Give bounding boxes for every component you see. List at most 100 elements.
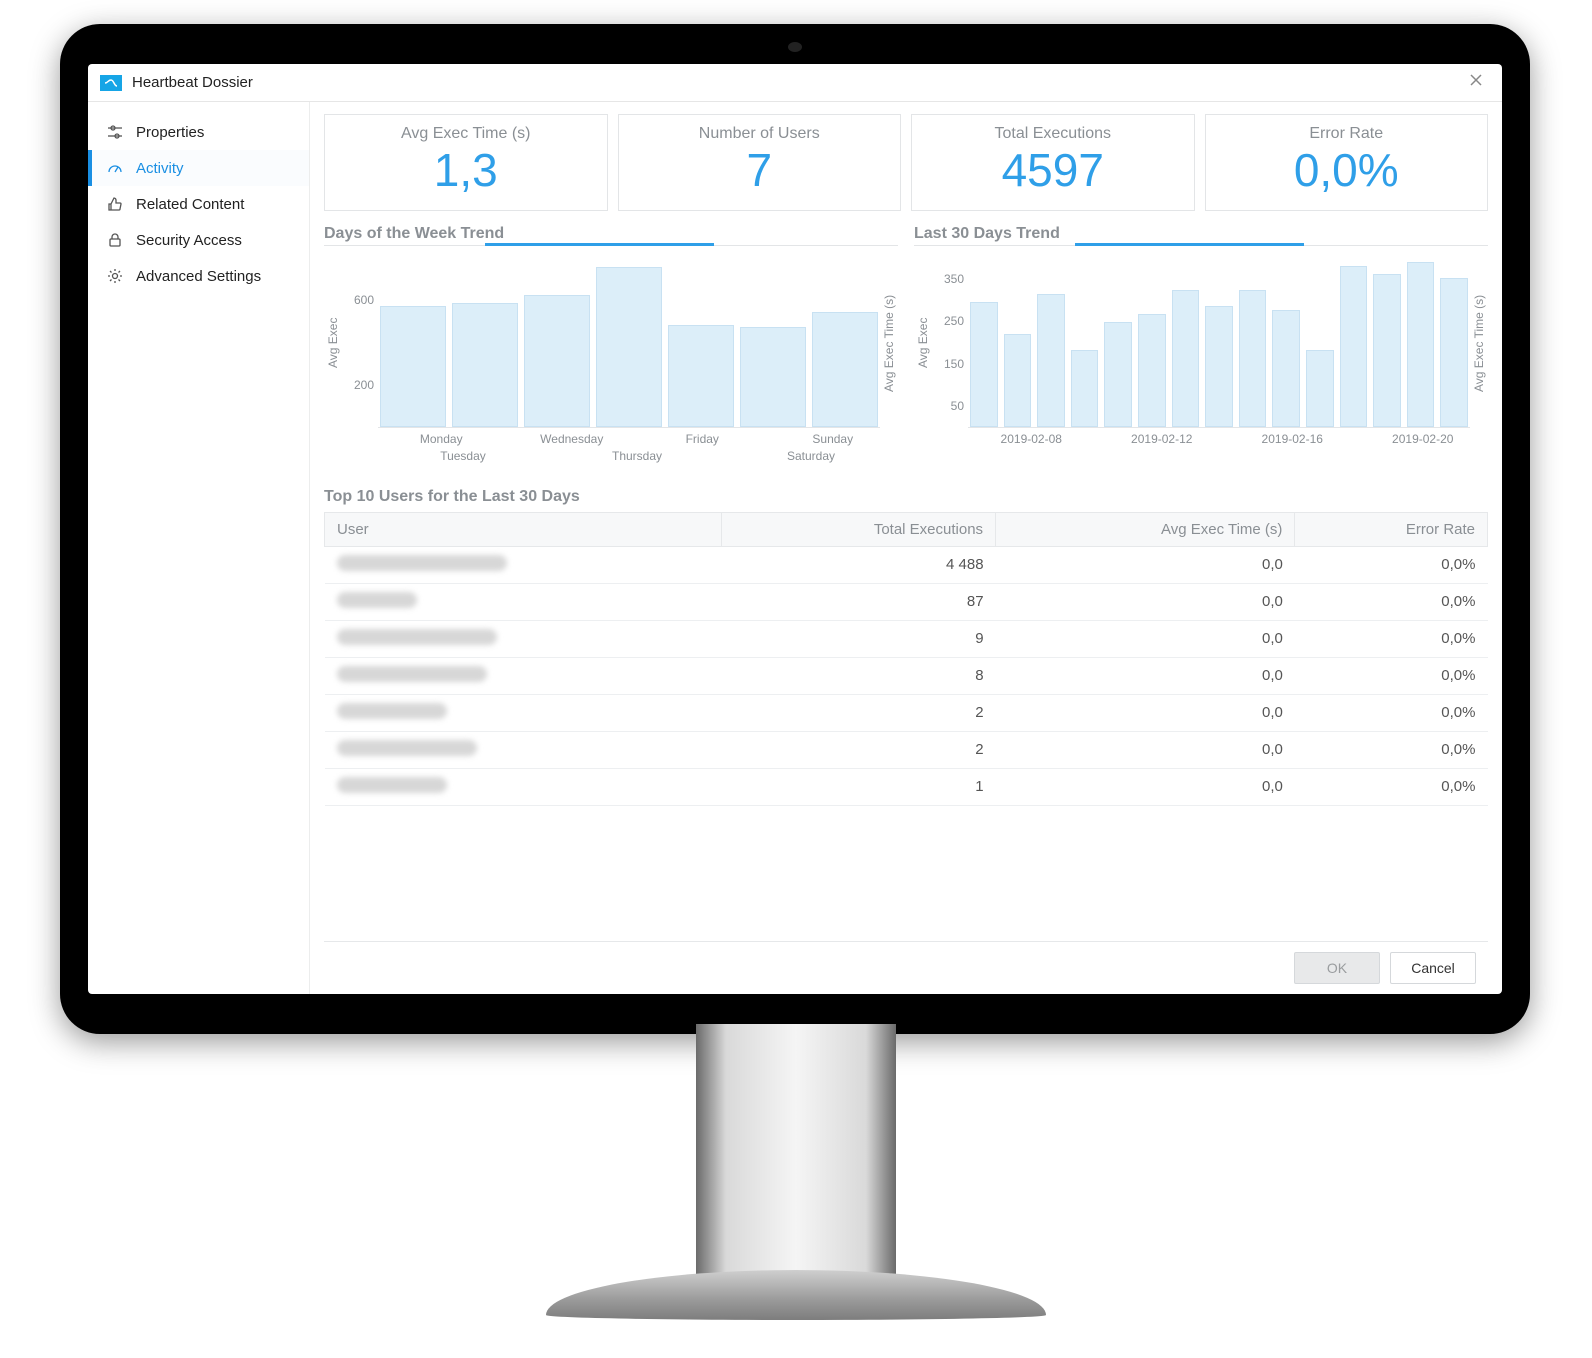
x-tick: Tuesday: [376, 449, 550, 466]
cell-error-rate: 0,0%: [1295, 694, 1488, 731]
table-row[interactable]: 20,00,0%: [325, 694, 1488, 731]
metric-label: Avg Exec Time (s): [329, 125, 603, 143]
window-title: Heartbeat Dossier: [132, 74, 253, 91]
chart-bar: [596, 267, 662, 427]
x-tick: Monday: [376, 432, 507, 449]
sidebar-item-properties[interactable]: Properties: [88, 114, 309, 150]
chart-bar: [1239, 290, 1267, 427]
cell-avg-exec: 0,0: [996, 731, 1295, 768]
table-row[interactable]: 80,00,0%: [325, 657, 1488, 694]
monitor-frame: Heartbeat Dossier Properties Activi: [60, 24, 1530, 1034]
metric-card-total-executions: Total Executions 4597: [911, 114, 1195, 211]
cell-user: [325, 694, 722, 731]
table-title: Top 10 Users for the Last 30 Days: [324, 488, 1488, 506]
cell-total-exec: 9: [721, 620, 995, 657]
sidebar-item-label: Advanced Settings: [136, 268, 261, 285]
sliders-icon: [106, 123, 124, 141]
sidebar: Properties Activity Related Content: [88, 102, 310, 994]
cell-user: [325, 546, 722, 583]
x-tick: Sunday: [768, 432, 899, 449]
chart-bar: [1205, 306, 1233, 427]
dialog-footer: OK Cancel: [324, 941, 1488, 994]
chart-days-of-week: Days of the Week Trend Avg Exec 600200 A…: [324, 225, 898, 466]
obscured-username: [337, 703, 447, 719]
metric-value: 1,3: [329, 145, 603, 196]
content-area: Properties Activity Related Content: [88, 102, 1502, 994]
col-user[interactable]: User: [325, 512, 722, 546]
table-row[interactable]: 4 4880,00,0%: [325, 546, 1488, 583]
x-tick: Friday: [637, 432, 768, 449]
cell-total-exec: 87: [721, 583, 995, 620]
metric-cards: Avg Exec Time (s) 1,3 Number of Users 7 …: [324, 114, 1488, 211]
cell-avg-exec: 0,0: [996, 768, 1295, 805]
cell-total-exec: 2: [721, 731, 995, 768]
metric-card-avg-exec-time: Avg Exec Time (s) 1,3: [324, 114, 608, 211]
table-row[interactable]: 870,00,0%: [325, 583, 1488, 620]
chart-bar: [1272, 310, 1300, 427]
cell-avg-exec: 0,0: [996, 620, 1295, 657]
x-tick: Saturday: [724, 449, 898, 466]
app-icon: [100, 75, 122, 91]
y-tick: 250: [932, 314, 964, 328]
sidebar-item-advanced-settings[interactable]: Advanced Settings: [88, 258, 309, 294]
cell-user: [325, 731, 722, 768]
chart-bar: [740, 327, 806, 427]
gauge-icon: [106, 159, 124, 177]
y-tick: 200: [342, 378, 374, 392]
table-row[interactable]: 90,00,0%: [325, 620, 1488, 657]
y-tick: 150: [932, 357, 964, 371]
cell-user: [325, 768, 722, 805]
obscured-username: [337, 629, 497, 645]
obscured-username: [337, 740, 477, 756]
x-tick: Thursday: [550, 449, 724, 466]
x-axis-ticks: MondayWednesdayFridaySunday TuesdayThursd…: [376, 432, 898, 466]
sidebar-item-activity[interactable]: Activity: [88, 150, 309, 186]
sidebar-item-security-access[interactable]: Security Access: [88, 222, 309, 258]
close-icon[interactable]: [1462, 71, 1490, 94]
chart-bars: [378, 258, 880, 428]
x-tick: Wednesday: [507, 432, 638, 449]
chart-bars: [968, 258, 1470, 428]
obscured-username: [337, 555, 507, 571]
cell-avg-exec: 0,0: [996, 583, 1295, 620]
chart-bar: [1004, 334, 1032, 427]
chart-bar: [1104, 322, 1132, 427]
x-tick: 2019-02-20: [1358, 432, 1489, 446]
chart-bar: [1407, 262, 1435, 427]
chart-title: Days of the Week Trend: [324, 225, 898, 246]
table-row[interactable]: 10,00,0%: [325, 768, 1488, 805]
chart-bar: [970, 302, 998, 427]
monitor-stand-neck: [696, 1024, 896, 1284]
cell-avg-exec: 0,0: [996, 657, 1295, 694]
chart-last-30-days: Last 30 Days Trend Avg Exec 35025015050 …: [914, 225, 1488, 466]
cell-error-rate: 0,0%: [1295, 620, 1488, 657]
chart-bar: [1340, 266, 1368, 427]
sidebar-item-related-content[interactable]: Related Content: [88, 186, 309, 222]
table-row[interactable]: 20,00,0%: [325, 731, 1488, 768]
chart-bar: [1306, 350, 1334, 426]
y-tick: 600: [342, 293, 374, 307]
x-tick: 2019-02-08: [966, 432, 1097, 446]
col-total-exec[interactable]: Total Executions: [721, 512, 995, 546]
thumbs-up-icon: [106, 195, 124, 213]
cancel-button[interactable]: Cancel: [1390, 952, 1476, 984]
chart-bar: [1071, 350, 1099, 426]
lock-icon: [106, 231, 124, 249]
cell-error-rate: 0,0%: [1295, 583, 1488, 620]
chart-bar: [1440, 278, 1468, 427]
chart-bar: [1138, 314, 1166, 427]
cell-user: [325, 657, 722, 694]
sidebar-item-label: Related Content: [136, 196, 244, 213]
col-error-rate[interactable]: Error Rate: [1295, 512, 1488, 546]
metric-label: Number of Users: [623, 125, 897, 143]
cell-avg-exec: 0,0: [996, 694, 1295, 731]
cell-error-rate: 0,0%: [1295, 731, 1488, 768]
gear-icon: [106, 267, 124, 285]
x-axis-ticks: 2019-02-082019-02-122019-02-162019-02-20: [966, 432, 1488, 446]
chart-bar: [524, 295, 590, 426]
col-avg-exec[interactable]: Avg Exec Time (s): [996, 512, 1295, 546]
monitor-stand-base: [546, 1270, 1046, 1320]
titlebar: Heartbeat Dossier: [88, 64, 1502, 102]
y-axis-ticks: 600 200: [342, 258, 378, 428]
table-header-row: User Total Executions Avg Exec Time (s) …: [325, 512, 1488, 546]
